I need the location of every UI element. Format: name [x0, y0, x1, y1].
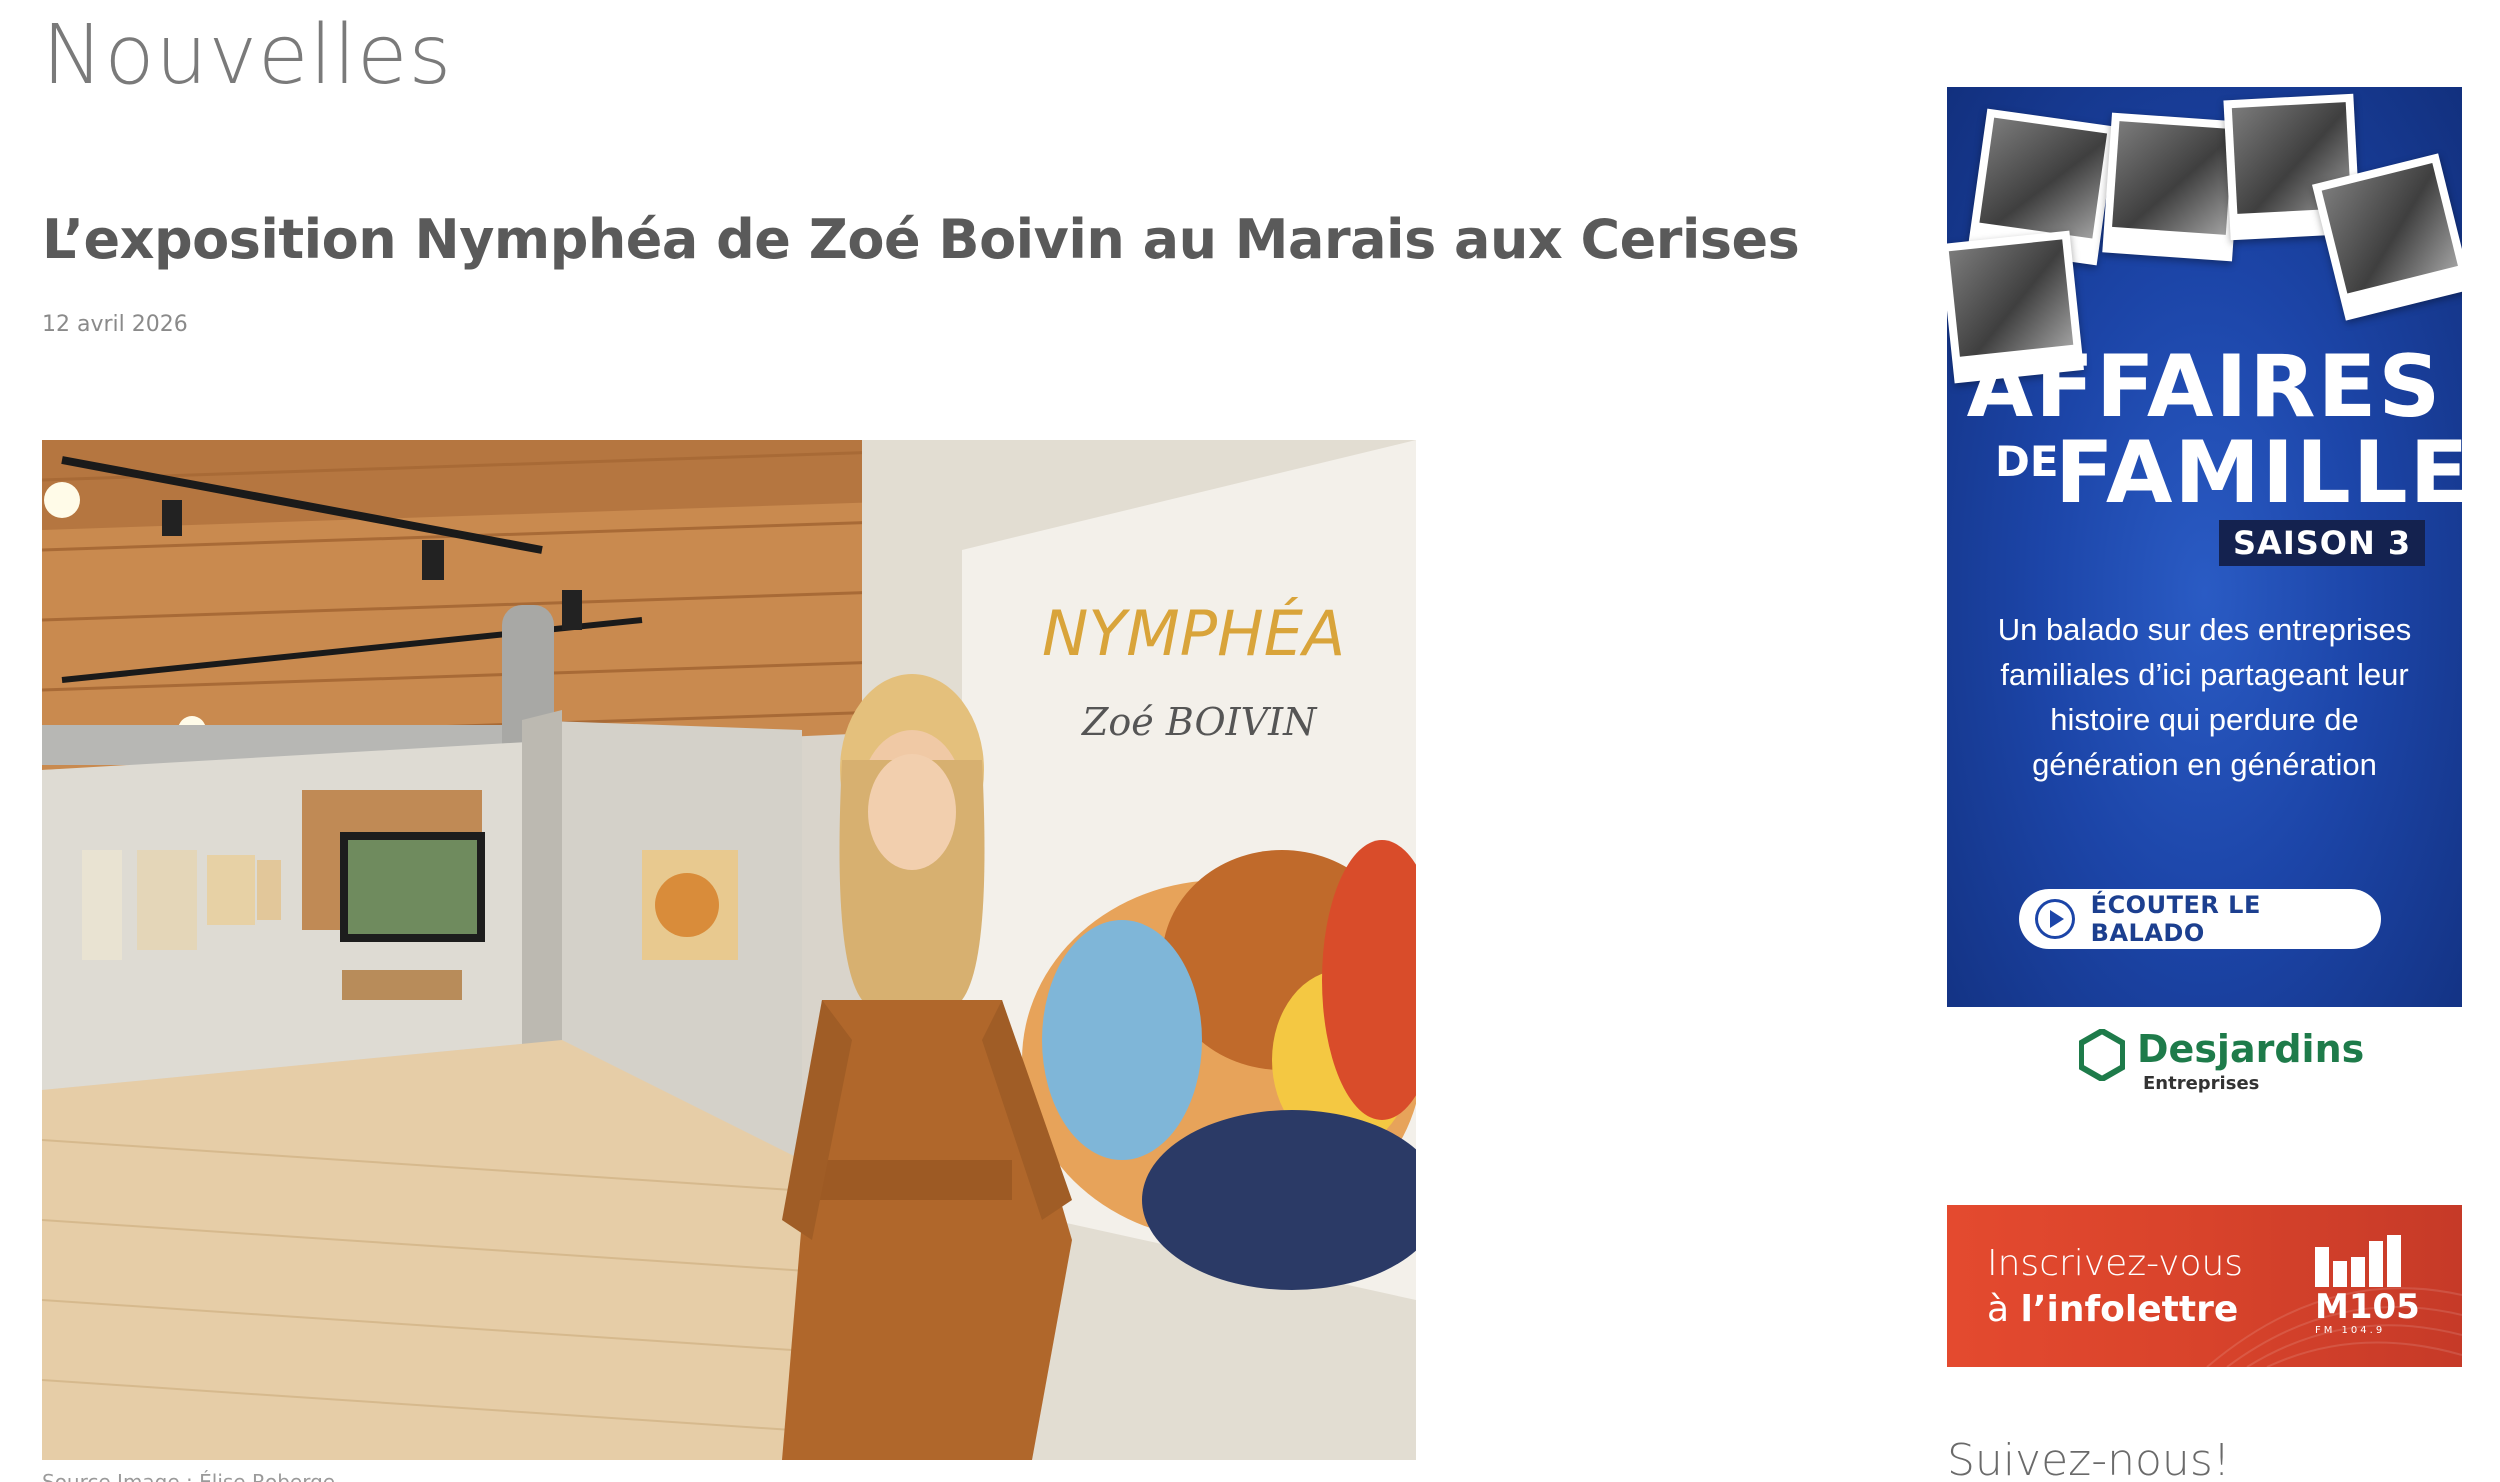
- listen-podcast-label: ÉCOUTER LE BALADO: [2090, 891, 2261, 947]
- newsletter-line1: Inscrivez-vous: [1987, 1243, 2244, 1284]
- listen-podcast-button[interactable]: ÉCOUTER LE BALADO: [2019, 889, 2381, 949]
- newsletter-banner[interactable]: Inscrivez-vous à l’infolettre M105 FM 10…: [1947, 1205, 2462, 1367]
- photo-credit: Source Image : Élise Roberge: [42, 1470, 336, 1482]
- sponsor-name: Desjardins: [2137, 1027, 2365, 1071]
- ad-body-text: Un balado sur des entreprises familiales…: [1997, 612, 2412, 782]
- ad-title-line2: FAMILLE: [2055, 423, 2462, 523]
- section-title: Nouvelles: [42, 8, 453, 103]
- ad-photo-3: [2102, 112, 2242, 262]
- sponsor-logo[interactable]: Desjardins Entreprises: [1947, 1007, 2462, 1117]
- m105-logo: M105 FM 104.9: [2315, 1235, 2420, 1345]
- desjardins-hexagon-icon: [2079, 1029, 2125, 1081]
- article-photo: NYMPHÉA Zoé BOIVIN: [42, 440, 1416, 1460]
- m105-bars-icon: [2315, 1235, 2415, 1287]
- mural-signature: Zoé BOIVIN: [1081, 700, 1318, 744]
- article-date: 12 avril 2026: [42, 312, 188, 337]
- newsletter-line2: à l’infolettre: [1987, 1289, 2239, 1330]
- sponsor-subtitle: Entreprises: [2143, 1073, 2260, 1094]
- follow-us-heading: Suivez-nous!: [1947, 1435, 2231, 1482]
- article-title[interactable]: L’exposition Nymphéa de Zoé Boivin au Ma…: [42, 208, 1800, 271]
- ad-season-badge: SAISON 3: [2219, 520, 2426, 566]
- play-icon: [2035, 899, 2075, 939]
- newsletter-line2-bold: l’infolettre: [2020, 1289, 2239, 1330]
- mural-title: NYMPHÉA: [1042, 597, 1345, 670]
- m105-brand: M105: [2315, 1287, 2420, 1327]
- podcast-ad[interactable]: AFFAIRES DE FAMILLE SAISON 3 Un balado s…: [1947, 87, 2462, 1007]
- ad-title-line1: AFFAIRES: [1966, 337, 2443, 437]
- ad-title-de: DE: [1995, 437, 2059, 486]
